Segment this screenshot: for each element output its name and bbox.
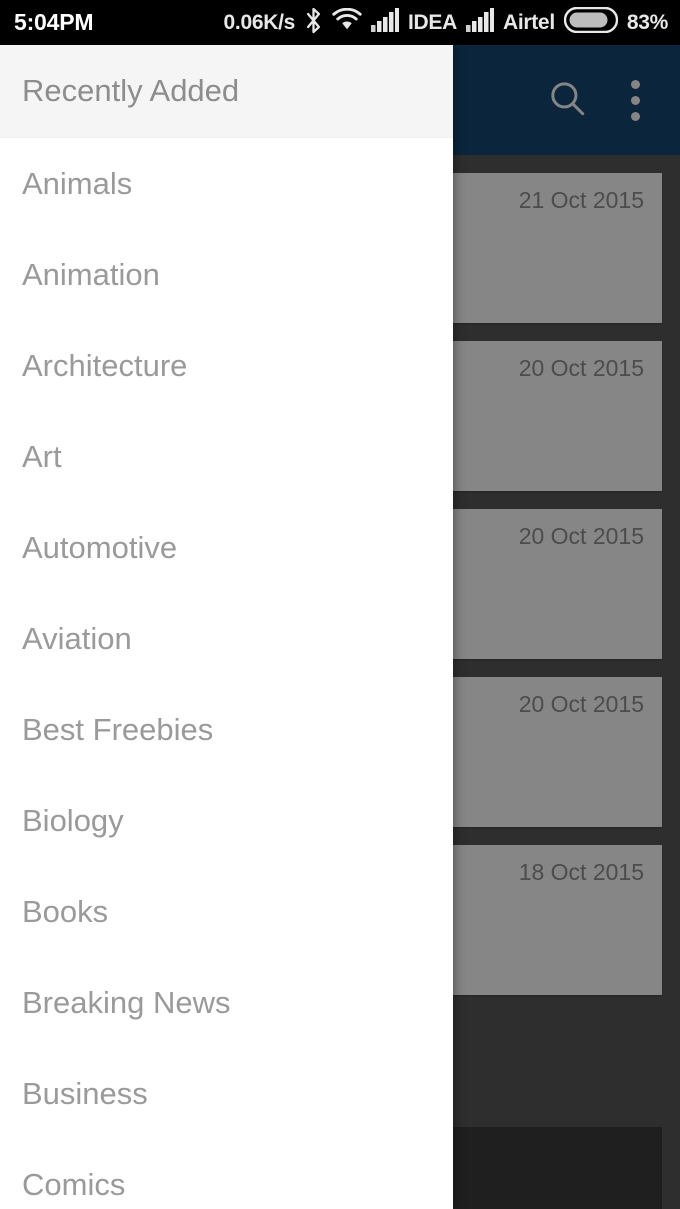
battery-icon <box>563 6 619 38</box>
drawer-item-architecture[interactable]: Architecture <box>0 320 453 411</box>
battery-percent-label: 83% <box>626 10 668 34</box>
drawer-item-books[interactable]: Books <box>0 866 453 957</box>
sim1-carrier-label: IDEA <box>407 10 457 34</box>
signal-bars-icon <box>370 8 399 37</box>
drawer-category-list: Animals Animation Architecture Art Autom… <box>0 138 453 1209</box>
drawer-item-label: Animation <box>22 256 160 292</box>
drawer-item-animals[interactable]: Animals <box>0 138 453 229</box>
drawer-item-recently-added[interactable]: Recently Added <box>0 45 453 138</box>
drawer-item-label: Automotive <box>22 529 178 565</box>
drawer-item-label: Best Freebies <box>22 711 214 747</box>
drawer-item-label: Architecture <box>22 347 188 383</box>
wifi-icon <box>332 7 362 37</box>
drawer-item-aviation[interactable]: Aviation <box>0 593 453 684</box>
drawer-item-label: Books <box>22 893 109 929</box>
drawer-item-label: Aviation <box>22 620 132 656</box>
drawer-item-label: Recently Added <box>22 73 240 108</box>
drawer-item-label: Art <box>22 438 62 474</box>
status-bar: 5:04PM 0.06K/s IDEA Airtel 83% <box>0 0 680 45</box>
drawer-item-label: Comics <box>22 1166 126 1202</box>
bluetooth-icon <box>304 7 323 39</box>
drawer-item-best-freebies[interactable]: Best Freebies <box>0 684 453 775</box>
drawer-item-biology[interactable]: Biology <box>0 775 453 866</box>
drawer-item-animation[interactable]: Animation <box>0 229 453 320</box>
drawer-item-label: Business <box>22 1075 148 1111</box>
status-clock: 5:04PM <box>14 9 94 35</box>
drawer-item-business[interactable]: Business <box>0 1048 453 1139</box>
drawer-item-comics[interactable]: Comics <box>0 1139 453 1209</box>
drawer-item-automotive[interactable]: Automotive <box>0 502 453 593</box>
drawer-item-label: Animals <box>22 165 133 201</box>
phone-screen: P... 21 Oct <box>0 0 680 1209</box>
status-indicators: 0.06K/s IDEA Airtel 83% <box>223 6 668 39</box>
drawer-item-label: Breaking News <box>22 984 231 1020</box>
navigation-drawer[interactable]: Recently Added Animals Animation Archite… <box>0 45 453 1209</box>
sim2-carrier-label: Airtel <box>502 10 555 34</box>
drawer-item-label: Biology <box>22 802 124 838</box>
network-speed-label: 0.06K/s <box>223 10 296 34</box>
drawer-item-breaking-news[interactable]: Breaking News <box>0 957 453 1048</box>
drawer-item-art[interactable]: Art <box>0 411 453 502</box>
signal-bars-icon <box>465 8 494 37</box>
